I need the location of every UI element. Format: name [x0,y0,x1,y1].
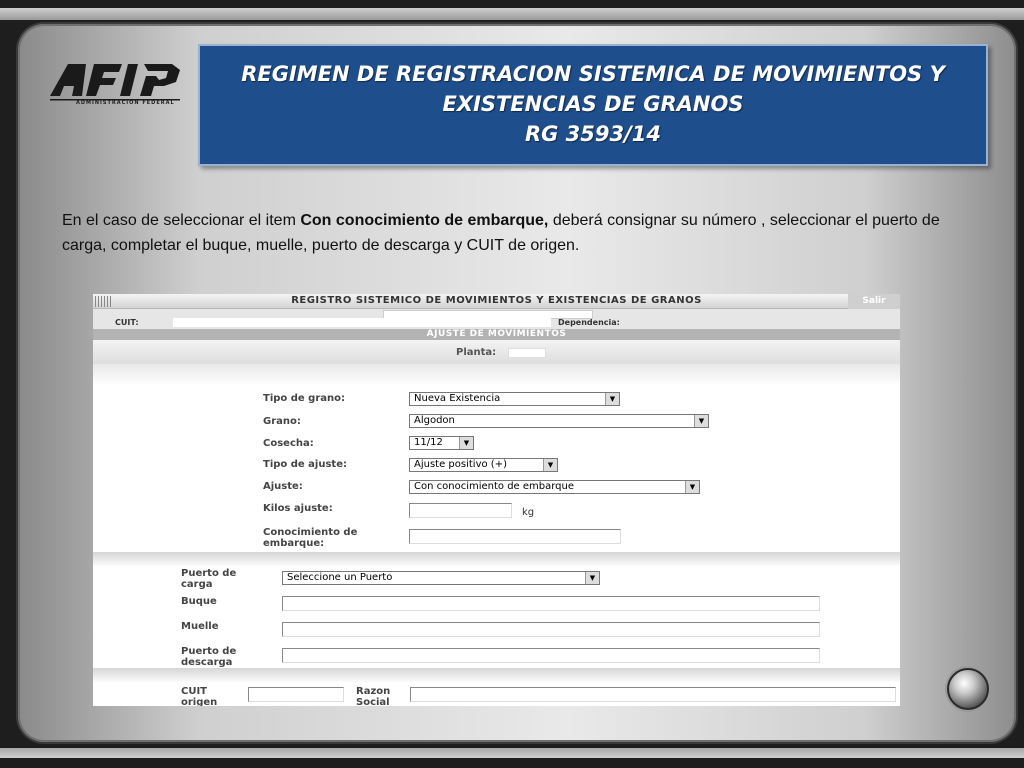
cuit-row: CUIT: Dependencia: [93,309,900,329]
cuit-origen-input[interactable] [248,687,344,702]
tipo-grano-value: Nueva Existencia [414,393,501,404]
razon-social-label-line-1: Razon [356,686,391,697]
tipo-ajuste-label: Tipo de ajuste: [263,459,347,470]
cosecha-value: 11/12 [414,437,443,448]
cosecha-label: Cosecha: [263,438,314,449]
chevron-down-icon[interactable]: ▼ [685,481,699,493]
app-title: REGISTRO SISTEMICO DE MOVIMIENTOS Y EXIS… [291,295,702,306]
app-screenshot: REGISTRO SISTEMICO DE MOVIMIENTOS Y EXIS… [93,294,900,706]
ajuste-value: Con conocimiento de embarque [414,481,575,492]
title-line-1: REGIMEN DE REGISTRACION SISTEMICA DE MOV… [241,62,945,86]
conocimiento-input[interactable] [409,529,621,544]
buque-input[interactable] [282,596,820,611]
cuit-value [173,318,551,327]
divider-1 [93,552,900,566]
tipo-grano-label: Tipo de grano: [263,393,346,404]
chevron-down-icon[interactable]: ▼ [459,437,473,449]
tipo-ajuste-value: Ajuste positivo (+) [414,459,507,470]
dependencia-label: Dependencia: [558,318,620,327]
planta-label: Planta: [456,347,497,358]
grano-select[interactable]: Algodon ▼ [409,414,709,428]
chevron-down-icon[interactable]: ▼ [605,393,619,405]
title-line-2: EXISTENCIAS DE GRANOS [442,92,744,116]
logo-subtitle: ADMINISTRACION FEDERAL [76,100,175,106]
planta-row: Planta: [93,340,900,364]
bottom-stripe [0,748,1024,758]
puerto-descarga-label: Puerto de descarga [181,646,236,668]
salir-button[interactable]: Salir [848,294,900,309]
kilos-input[interactable] [409,503,512,518]
puerto-carga-label-line-1: Puerto de [181,568,237,579]
chevron-down-icon[interactable]: ▼ [543,459,557,471]
divider-2 [93,668,900,682]
app-header: REGISTRO SISTEMICO DE MOVIMIENTOS Y EXIS… [93,294,900,309]
cuit-label: CUIT: [115,318,139,327]
kilos-unit: kg [522,507,535,518]
cuit-origen-label-line-2: origen [181,697,218,706]
ajuste-select[interactable]: Con conocimiento de embarque ▼ [409,480,700,494]
kilos-label: Kilos ajuste: [263,503,333,514]
puerto-carga-label-line-2: carga [181,579,213,590]
muelle-label: Muelle [181,621,219,632]
chevron-down-icon[interactable]: ▼ [585,572,599,584]
muelle-input[interactable] [282,622,820,637]
razon-social-label: Razon Social [356,686,390,706]
ajuste-label: Ajuste: [263,481,303,492]
top-stripe [0,8,1024,20]
round-nav-button[interactable] [947,668,989,710]
puerto-descarga-label-line-1: Puerto de [181,646,237,657]
grano-value: Algodon [414,415,455,426]
cuit-origen-label-line-1: CUIT [181,686,208,697]
puerto-descarga-label-line-2: descarga [181,657,233,668]
razon-social-input[interactable] [410,687,896,702]
desc-bold: Con conocimiento de embarque, [300,212,549,229]
description-text: En el caso de seleccionar el item Con co… [62,208,982,258]
buque-label: Buque [181,596,217,607]
tipo-ajuste-select[interactable]: Ajuste positivo (+) ▼ [409,458,558,472]
cosecha-select[interactable]: 11/12 ▼ [409,436,474,450]
grano-label: Grano: [263,416,301,427]
conocimiento-label-line-2: embarque: [263,538,325,549]
title-banner: REGIMEN DE REGISTRACION SISTEMICA DE MOV… [198,44,988,166]
tipo-grano-select[interactable]: Nueva Existencia ▼ [409,392,620,406]
desc-part-1: En el caso de seleccionar el item [62,212,301,229]
spacer-row [93,364,900,386]
planta-value [508,348,546,358]
conocimiento-label-line-1: Conocimiento de [263,527,358,538]
puerto-carga-select[interactable]: Seleccione un Puerto ▼ [282,571,600,585]
title-line-3: RG 3593/14 [524,122,662,146]
chevron-down-icon[interactable]: ▼ [694,415,708,427]
puerto-carga-label: Puerto de carga [181,568,236,590]
puerto-carga-value: Seleccione un Puerto [287,572,393,583]
section-title: AJUSTE DE MOVIMIENTOS [93,329,900,340]
razon-social-label-line-2: Social [356,697,390,706]
cuit-origen-label: CUIT origen [181,686,217,706]
conocimiento-label: Conocimiento de embarque: [263,527,357,549]
puerto-descarga-input[interactable] [282,648,820,663]
